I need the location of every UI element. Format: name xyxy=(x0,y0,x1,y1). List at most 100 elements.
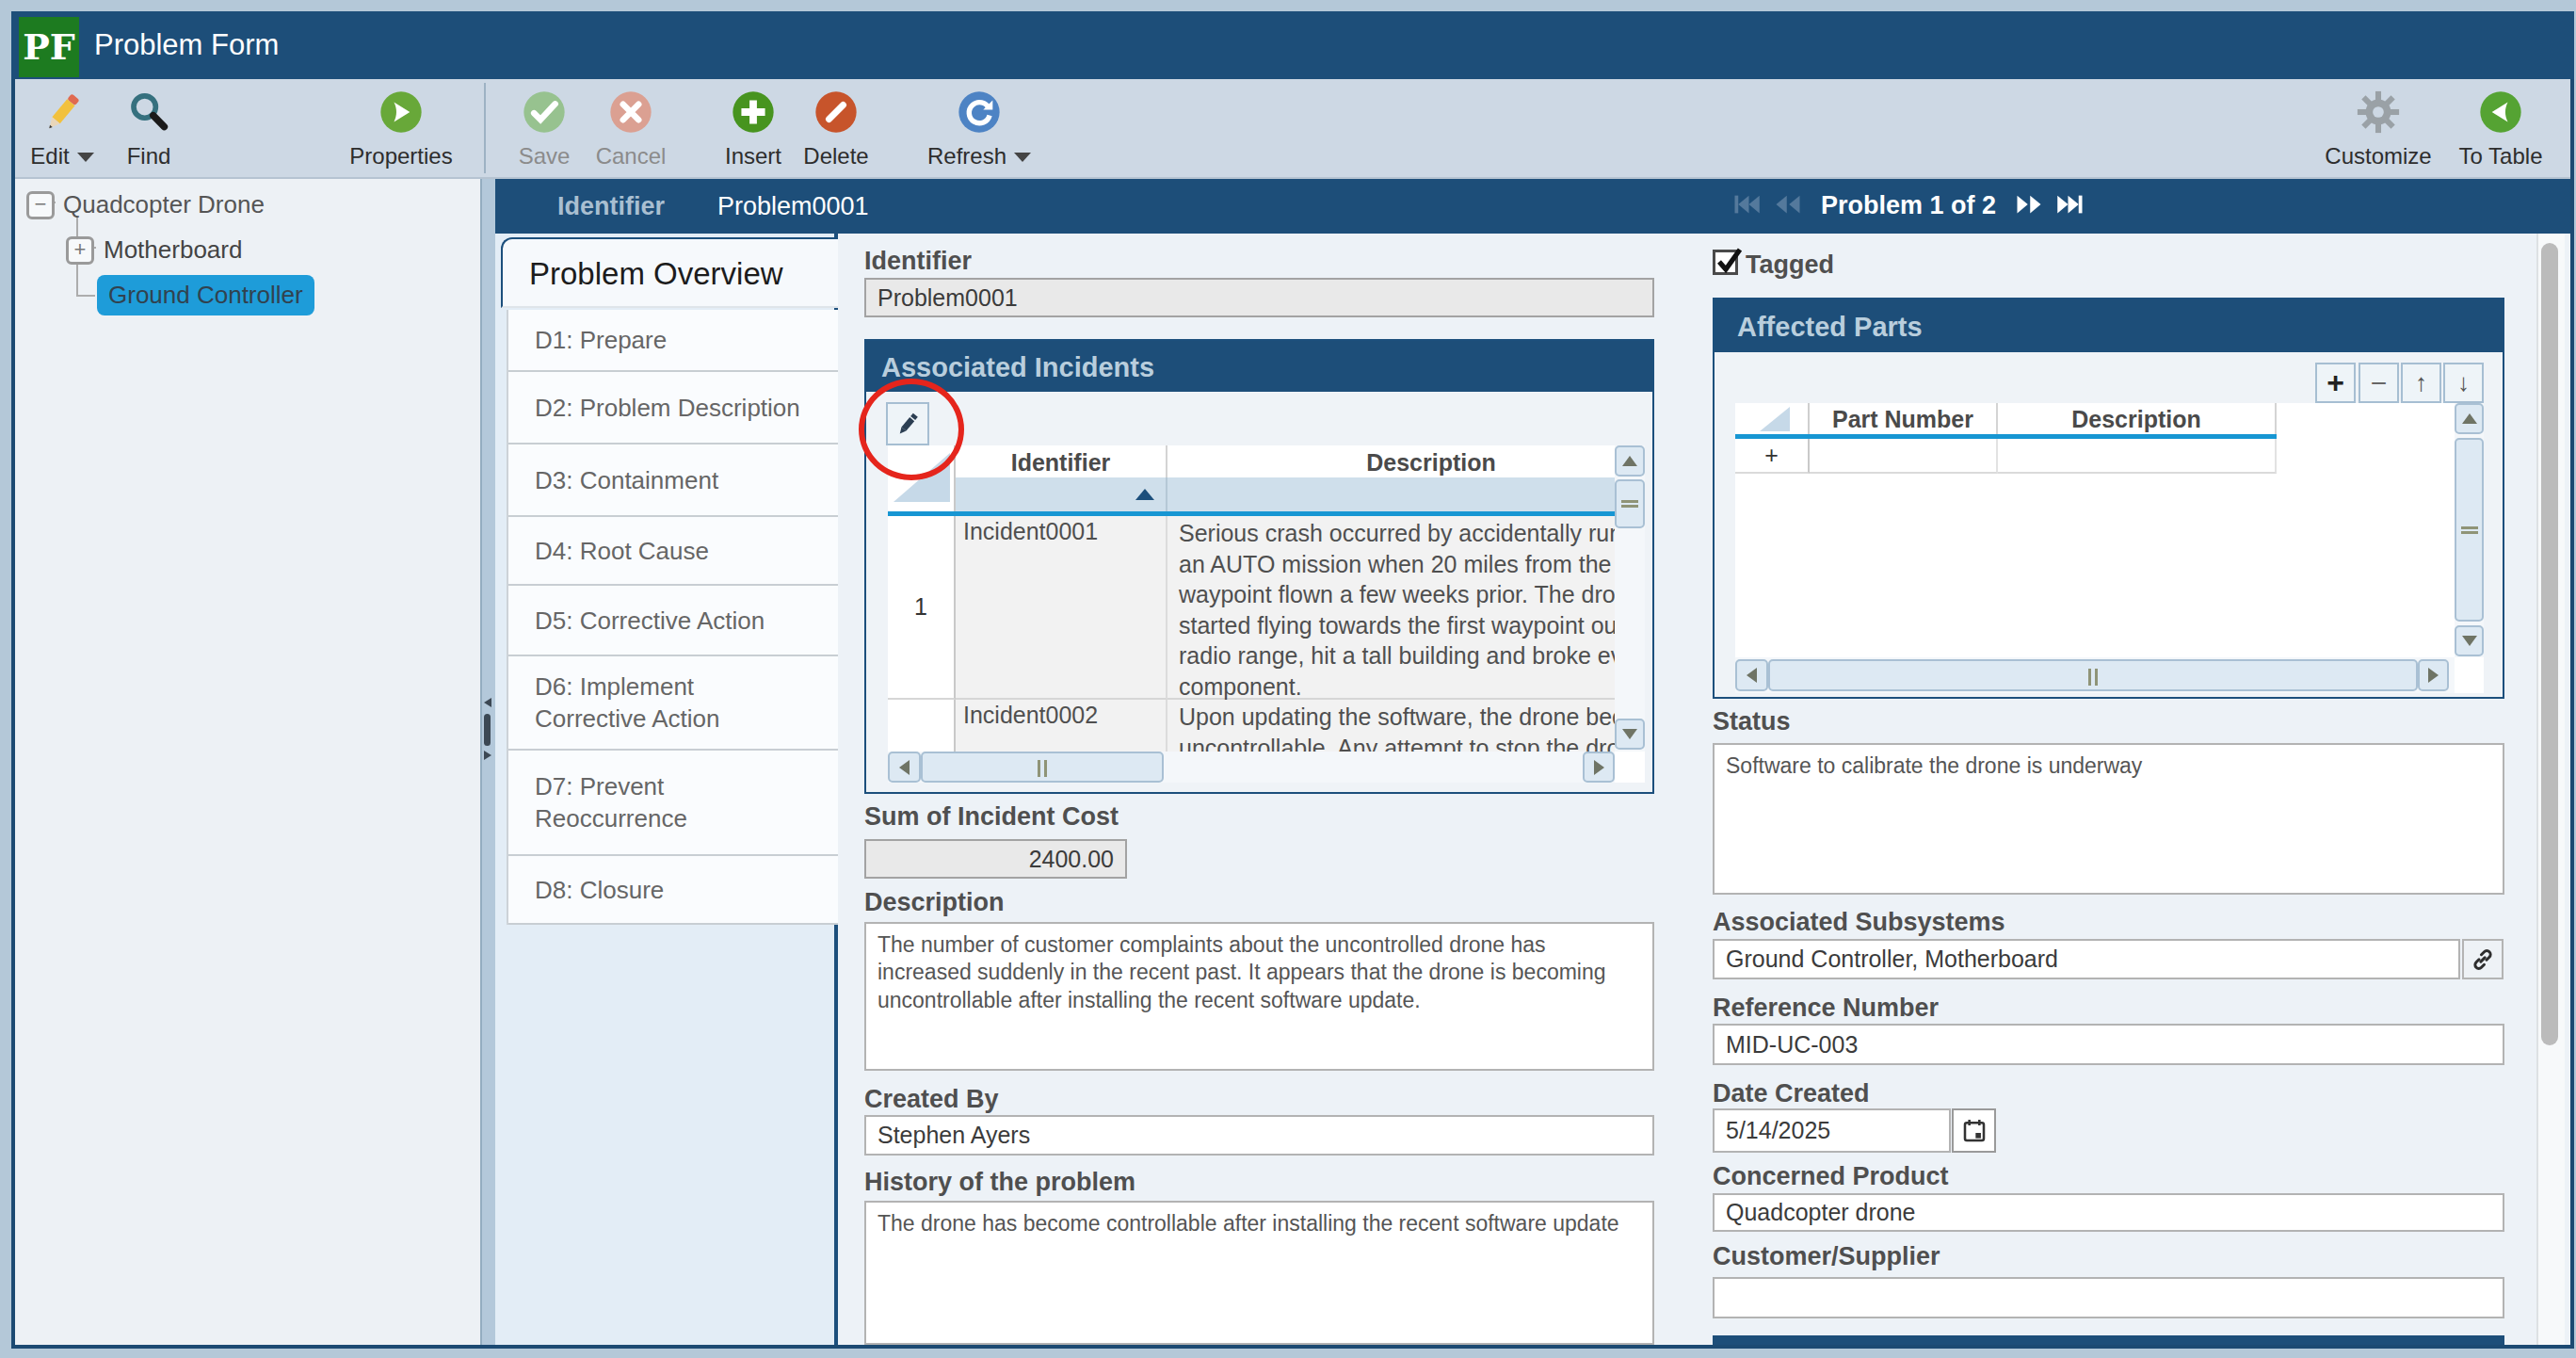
cancel-x-icon xyxy=(565,87,697,137)
status-textarea[interactable]: Software to calibrate the drone is under… xyxy=(1713,743,2504,895)
sort-ascending-icon xyxy=(1135,489,1154,500)
tab-d2-problem-description[interactable]: D2: Problem Description xyxy=(508,372,838,445)
hscroll-thumb[interactable] xyxy=(921,752,1164,783)
incident-row-2-identifier[interactable]: Incident0002 xyxy=(956,700,1167,752)
description-textarea[interactable]: The number of customer complaints about … xyxy=(864,922,1654,1071)
new-part-description-cell[interactable] xyxy=(1998,439,2277,474)
tab-d4-root-cause[interactable]: D4: Root Cause xyxy=(508,517,838,586)
remove-part-button[interactable]: − xyxy=(2359,363,2399,403)
identifier-field[interactable]: Problem0001 xyxy=(864,278,1654,317)
structure-tree-panel xyxy=(15,179,480,1345)
splitter-handle[interactable] xyxy=(484,714,491,746)
tab-d1-prepare[interactable]: D1: Prepare xyxy=(508,310,838,372)
refresh-button[interactable]: Refresh xyxy=(913,87,1045,173)
add-part-button[interactable]: + xyxy=(2315,363,2356,403)
tab-d7-prevent-reoccurrence[interactable]: D7: Prevent Reoccurrence xyxy=(508,751,838,856)
reference-number-field[interactable]: MID-UC-003 xyxy=(1713,1024,2504,1065)
tagged-checkbox[interactable] xyxy=(1713,250,1738,275)
record-header-value: Problem0001 xyxy=(717,192,869,221)
customer-supplier-field[interactable] xyxy=(1713,1277,2504,1318)
tree-item-ground-controller[interactable]: Ground Controller xyxy=(97,275,314,315)
last-record-icon[interactable] xyxy=(2056,188,2085,223)
new-part-number-cell[interactable] xyxy=(1810,439,1998,474)
associated-subsystems-field[interactable]: Ground Controller, Motherboard xyxy=(1713,939,2460,979)
search-icon xyxy=(83,87,215,137)
customize-button[interactable]: Customize xyxy=(2312,87,2444,173)
created-by-field[interactable]: Stephen Ayers xyxy=(864,1115,1654,1156)
tree-item-motherboard[interactable]: Motherboard xyxy=(104,235,242,265)
sum-of-incident-cost-field[interactable]: 2400.00 xyxy=(864,839,1127,879)
tree-collapse-toggle[interactable]: − xyxy=(26,191,55,219)
move-part-down-button[interactable]: ↓ xyxy=(2443,363,2484,403)
gear-icon xyxy=(2312,87,2444,137)
tagged-label: Tagged xyxy=(1746,251,1834,280)
first-record-icon[interactable] xyxy=(1732,188,1761,223)
checkmark-icon xyxy=(1714,247,1744,275)
parts-col-part-number[interactable]: Part Number xyxy=(1810,403,1998,434)
tab-problem-overview[interactable]: Problem Overview xyxy=(501,237,838,308)
associated-incidents-header: Associated Incidents xyxy=(866,341,1652,392)
splitter-arrow-down xyxy=(484,751,491,760)
date-created-field[interactable]: 5/14/2025 xyxy=(1713,1108,1951,1153)
created-by-label: Created By xyxy=(864,1085,999,1114)
calendar-icon xyxy=(1959,1116,1989,1146)
to-table-button[interactable]: To Table xyxy=(2435,87,2567,173)
refresh-icon xyxy=(913,87,1045,137)
incident-row-2-header[interactable] xyxy=(888,700,956,752)
incidents-col-description[interactable]: Description xyxy=(1167,445,1615,477)
scroll-right-button[interactable] xyxy=(1583,752,1615,783)
scroll-up-button[interactable] xyxy=(2455,403,2484,434)
previous-record-icon[interactable] xyxy=(1774,188,1802,223)
annotation-circle xyxy=(859,379,964,480)
associated-subsystems-label: Associated Subsystems xyxy=(1713,908,2005,937)
next-record-icon[interactable] xyxy=(2015,188,2043,223)
incidents-table: Identifier Description 1 Incident0001 Se… xyxy=(888,445,1645,783)
vscroll-thumb[interactable] xyxy=(2455,438,2484,622)
app-title: Problem Form xyxy=(94,28,279,62)
find-button[interactable]: Find xyxy=(83,87,215,173)
tab-d8-closure[interactable]: D8: Closure xyxy=(508,856,838,925)
hscroll-thumb[interactable] xyxy=(1768,659,2418,691)
parts-col-description[interactable]: Description xyxy=(1998,403,2277,434)
incident-row-1-description[interactable]: Serious crash occurred by accidentally r… xyxy=(1167,516,1615,700)
affected-parts-header: Affected Parts xyxy=(1715,299,2503,352)
scroll-up-button[interactable] xyxy=(1615,445,1645,477)
tab-d6-implement-corrective-action[interactable]: D6: Implement Corrective Action xyxy=(508,656,838,751)
link-button[interactable] xyxy=(2462,939,2504,979)
tab-d5-corrective-action[interactable]: D5: Corrective Action xyxy=(508,586,838,656)
history-textarea[interactable]: The drone has become controllable after … xyxy=(864,1201,1654,1345)
parts-select-all-corner[interactable] xyxy=(1735,403,1810,434)
title-bar xyxy=(11,11,2574,79)
concerned-product-field[interactable]: Quadcopter drone xyxy=(1713,1193,2504,1232)
corner-triangle-icon xyxy=(1760,407,1790,431)
record-pager: Problem 1 of 2 xyxy=(1732,190,2085,220)
cancel-button[interactable]: Cancel xyxy=(565,87,697,173)
tree-connector xyxy=(76,295,95,297)
scroll-left-button[interactable] xyxy=(1735,659,1768,691)
scroll-left-button[interactable] xyxy=(888,752,921,783)
page-scrollbar-thumb[interactable] xyxy=(2541,243,2558,1045)
move-part-up-button[interactable]: ↑ xyxy=(2401,363,2441,403)
incident-row-1-identifier[interactable]: Incident0001 xyxy=(956,516,1167,700)
incidents-filter-identifier[interactable] xyxy=(956,477,1167,511)
tab-d3-containment[interactable]: D3: Containment xyxy=(508,445,838,517)
incidents-col-identifier[interactable]: Identifier xyxy=(956,445,1167,477)
add-part-row[interactable]: + xyxy=(1735,439,1810,474)
delete-button[interactable]: Delete xyxy=(770,87,902,173)
tab-list: D1: Prepare D2: Problem Description D3: … xyxy=(507,310,838,925)
vscroll-thumb[interactable] xyxy=(1615,479,1645,528)
properties-button[interactable]: Properties xyxy=(335,87,467,173)
incident-row-1-header[interactable]: 1 xyxy=(888,516,956,700)
affected-parts-table: Part Number Description + xyxy=(1735,403,2484,693)
status-label: Status xyxy=(1713,707,1791,736)
tree-item-quadcopter-drone[interactable]: Quadcopter Drone xyxy=(63,190,265,219)
customer-supplier-label: Customer/Supplier xyxy=(1713,1242,1940,1271)
circle-arrow-right-icon xyxy=(335,87,467,137)
scroll-down-button[interactable] xyxy=(2455,625,2484,656)
scroll-down-button[interactable] xyxy=(1615,719,1645,750)
scroll-right-button[interactable] xyxy=(2418,659,2449,691)
incident-row-2-description[interactable]: Upon updating the software, the drone be… xyxy=(1167,700,1615,752)
incidents-filter-description[interactable] xyxy=(1167,477,1615,511)
tree-expand-toggle[interactable]: + xyxy=(66,236,94,265)
date-picker-button[interactable] xyxy=(1952,1108,1996,1153)
